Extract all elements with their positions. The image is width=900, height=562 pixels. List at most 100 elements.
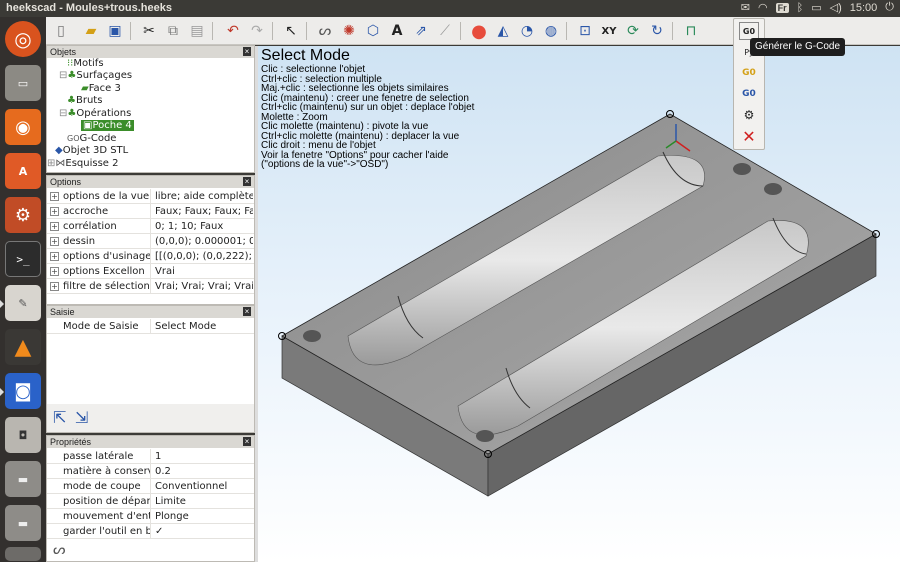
help-title: Select Mode xyxy=(261,47,350,64)
xy-view-icon[interactable]: XY xyxy=(598,20,620,42)
vlc-icon[interactable]: ▲ xyxy=(5,329,41,365)
files-icon[interactable]: ▭ xyxy=(5,65,41,101)
option-row[interactable]: + corrélation 0; 1; 10; Faux xyxy=(47,219,254,234)
gear-icon[interactable]: ⚙ xyxy=(739,106,759,124)
mail-icon[interactable]: ✉ xyxy=(741,1,750,14)
cone-icon[interactable]: ◭ xyxy=(492,20,514,42)
tree-item-poche4[interactable]: ▣Poche 4 xyxy=(81,120,134,131)
refresh-icon[interactable]: ↻ xyxy=(646,20,668,42)
launcher: ◎ ▭ ◉ A ⚙ >_ ✎ ▲ ◙ ◘ ▬ ▬ xyxy=(0,17,46,562)
close-icon[interactable]: × xyxy=(243,307,251,316)
polygon-icon[interactable]: ⬡ xyxy=(362,20,384,42)
profile-op-icon[interactable]: ⊓ xyxy=(680,20,702,42)
tooltip: Générer le G-Code xyxy=(750,38,846,56)
new-file-icon[interactable]: ▯ xyxy=(50,20,72,42)
drive-icon[interactable]: ▬ xyxy=(5,461,41,497)
cut-icon[interactable]: ✂ xyxy=(138,20,160,42)
line-tool-icon[interactable]: ⟋ xyxy=(434,20,456,42)
help-overlay: Select Mode Clic : selectionne l'objet C… xyxy=(261,48,474,170)
software-center-icon[interactable]: A xyxy=(5,153,41,189)
boolean-icon[interactable]: ◍ xyxy=(540,20,562,42)
circle-tool-icon[interactable]: ✺ xyxy=(338,20,360,42)
tree-item-operations[interactable]: ⊟♣Opérations xyxy=(59,108,131,119)
help-line: ("options de la vue"->"OSD") xyxy=(261,159,389,170)
settings-icon[interactable]: ⚙ xyxy=(5,197,41,233)
options-panel-header: Options × xyxy=(47,176,254,188)
select-tool-icon[interactable]: ⇱ xyxy=(53,408,66,427)
tree-item-stl[interactable]: ◆Objet 3D STL xyxy=(55,145,128,156)
close-icon[interactable]: × xyxy=(243,47,251,56)
properties-panel-title: Propriétés xyxy=(50,437,92,447)
firefox-icon[interactable]: ◉ xyxy=(5,109,41,145)
input-row[interactable]: Mode de Saisie Select Mode xyxy=(47,319,254,334)
system-tray: ✉ ◠ Fr ᛒ ▭ ◁) 15:00 ⏻ xyxy=(741,1,894,14)
tree-item-surfacages[interactable]: ⊟♣Surfaçages xyxy=(59,70,132,81)
redo-icon[interactable]: ↷ xyxy=(246,20,268,42)
property-row[interactable]: mode de coupe Conventionnel xyxy=(47,479,254,494)
close-icon[interactable]: × xyxy=(243,437,251,446)
screenshot-icon[interactable]: ◘ xyxy=(5,417,41,453)
ubuntu-dash-icon[interactable]: ◎ xyxy=(5,21,41,57)
top-panel: heekscad - Moules+trous.heeks ✉ ◠ Fr ᛒ ▭… xyxy=(0,0,900,17)
sphere-icon[interactable]: ● xyxy=(468,20,490,42)
property-row[interactable]: passe latérale 1 xyxy=(47,449,254,464)
trash-icon[interactable] xyxy=(5,547,41,561)
option-row[interactable]: + options d'usinage [[(0,0,0); (0,0,222); … xyxy=(47,249,254,264)
wifi-icon[interactable]: ◠ xyxy=(758,1,768,14)
volume-icon[interactable]: ◁) xyxy=(830,1,842,14)
open-gcode-icon[interactable]: G0 xyxy=(739,64,759,82)
battery-icon[interactable]: ▭ xyxy=(811,1,821,14)
window-title: heekscad - Moules+trous.heeks xyxy=(6,2,172,14)
input-panel-toolbar: ⇱ ⇲ xyxy=(47,404,254,432)
drive-icon-2[interactable]: ▬ xyxy=(5,505,41,541)
power-icon[interactable]: ⏻ xyxy=(885,1,894,14)
tree-item-gcode[interactable]: GOG-Code xyxy=(67,133,116,144)
bluetooth-icon[interactable]: ᛒ xyxy=(797,2,804,14)
objects-panel-title: Objets xyxy=(50,47,77,57)
clock[interactable]: 15:00 xyxy=(850,2,878,14)
keyboard-layout[interactable]: Fr xyxy=(775,2,789,13)
input-panel: Saisie × Mode de Saisie Select Mode ⇱ ⇲ xyxy=(46,305,255,433)
input-panel-title: Saisie xyxy=(50,307,75,317)
property-row[interactable]: garder l'outil en bas✓ xyxy=(47,524,254,539)
options-panel-title: Options xyxy=(50,177,82,187)
option-row[interactable]: + filtre de sélection Vrai; Vrai; Vrai; Vr… xyxy=(47,279,254,294)
tree-item-face3[interactable]: ▰Face 3 xyxy=(81,83,121,94)
option-row[interactable]: +accrocheFaux; Faux; Faux; Faux xyxy=(47,204,254,219)
dimension-icon[interactable]: ⇗ xyxy=(410,20,432,42)
undo-icon[interactable]: ↶ xyxy=(222,20,244,42)
tree-item-esquisse2[interactable]: ⊞⋈Esquisse 2 xyxy=(47,158,119,169)
heekscad-icon[interactable]: ◙ xyxy=(0,373,41,409)
save-icon[interactable]: ▣ xyxy=(104,20,126,42)
property-row[interactable]: mouvement d'entréePlonge xyxy=(47,509,254,524)
input-panel-header: Saisie × xyxy=(47,306,254,318)
zoom-window-icon[interactable]: ⊡ xyxy=(574,20,596,42)
options-panel: Options × + options de la vue libre; aide … xyxy=(46,175,255,305)
save-gcode-icon[interactable]: G0 xyxy=(739,85,759,103)
text-editor-icon[interactable]: ✎ xyxy=(0,285,41,321)
close-icon[interactable]: × xyxy=(243,177,251,186)
select-window-icon[interactable]: ⇲ xyxy=(75,408,88,427)
paste-icon[interactable]: ▤ xyxy=(186,20,208,42)
property-row[interactable]: position de départ Limite xyxy=(47,494,254,509)
keep-tool-checkbox[interactable]: ✓ xyxy=(155,524,253,539)
torus-icon[interactable]: ◔ xyxy=(516,20,538,42)
copy-icon[interactable]: ⧉ xyxy=(162,20,184,42)
open-file-icon[interactable]: ▰ xyxy=(80,20,102,42)
objects-panel-header: Objets × xyxy=(47,46,254,58)
text-tool-icon[interactable]: A xyxy=(386,20,408,42)
option-row[interactable]: +dessin(0,0,0); 0.000001; 0.0 xyxy=(47,234,254,249)
spline-icon[interactable]: ᔕ xyxy=(314,20,336,42)
property-row[interactable]: matière à conserver0.2 xyxy=(47,464,254,479)
view-rotate-icon[interactable]: ⟳ xyxy=(622,20,644,42)
option-row[interactable]: + options Excellon Vrai xyxy=(47,264,254,279)
option-row[interactable]: + options de la vue libre; aide complète; xyxy=(47,189,254,204)
properties-panel-header: Propriétés × xyxy=(47,436,254,448)
cancel-icon[interactable]: ✕ xyxy=(739,127,759,146)
tree-item-motifs[interactable]: ⁝⁝Motifs xyxy=(67,58,104,69)
tree-item-bruts[interactable]: ♣Bruts xyxy=(67,95,102,106)
select-pointer-icon[interactable]: ↖ xyxy=(280,20,302,42)
objects-panel: Objets × ⁝⁝Motifs ⊟♣Surfaçages ▰Face 3 ♣… xyxy=(46,45,255,173)
terminal-icon[interactable]: >_ xyxy=(5,241,41,277)
3d-viewport[interactable]: Select Mode Clic : selectionne l'objet C… xyxy=(258,46,900,562)
